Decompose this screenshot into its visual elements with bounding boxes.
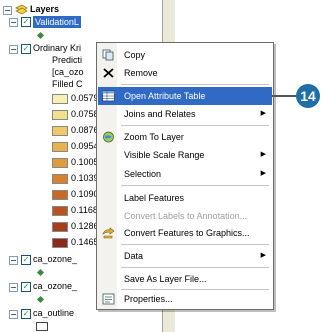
- menu-item-label: Joins and Relates: [124, 109, 196, 119]
- legend-swatch[interactable]: [52, 142, 68, 152]
- submenu-arrow-icon: ▶: [260, 110, 266, 117]
- collapse-layer-icon[interactable]: −: [9, 283, 18, 292]
- layer-visibility-checkbox[interactable]: ✓: [21, 309, 31, 319]
- menu-item-label: Convert Labels to Annotation...: [124, 211, 248, 221]
- menu-item-zoom-to-layer[interactable]: Zoom To Layer: [98, 128, 272, 146]
- menu-item-convert-features-to-graphics[interactable]: Convert Features to Graphics...: [98, 224, 272, 242]
- layers-icon: [15, 4, 28, 15]
- menu-item-label: Remove: [124, 68, 158, 78]
- menu-separator: [121, 267, 269, 268]
- legend-swatch[interactable]: [52, 110, 68, 120]
- submenu-arrow-icon: ▶: [260, 252, 266, 259]
- menu-item-save-as-layer-file[interactable]: Save As Layer File...: [98, 270, 272, 288]
- sublabel-ca-ozone: [ca_ozo: [52, 67, 84, 77]
- menu-item-properties[interactable]: Properties...: [98, 290, 272, 308]
- collapse-layer-icon[interactable]: −: [9, 310, 18, 319]
- remove-icon: [103, 68, 114, 78]
- layer-name-ca-ozone-2[interactable]: ca_ozone_: [33, 280, 77, 292]
- layers-root-label[interactable]: Layers: [30, 3, 59, 15]
- menu-item-copy[interactable]: Copy: [98, 46, 272, 64]
- layer-name-ordinary-kriging[interactable]: Ordinary Kri: [33, 42, 81, 54]
- menu-item-label: Label Features: [124, 193, 185, 203]
- step-callout-badge: 14: [296, 84, 320, 108]
- point-symbol-icon: [36, 31, 45, 40]
- submenu-arrow-icon: ▶: [260, 151, 266, 158]
- layer-visibility-checkbox[interactable]: ✓: [21, 255, 31, 265]
- layer-visibility-checkbox[interactable]: ✓: [21, 17, 31, 27]
- copy-icon: [102, 49, 114, 61]
- legend-swatch[interactable]: [52, 158, 68, 168]
- legend-swatch[interactable]: [52, 222, 68, 232]
- point-symbol-icon: [36, 295, 45, 304]
- legend-swatch[interactable]: [52, 206, 68, 216]
- collapse-layer-icon[interactable]: −: [9, 18, 18, 27]
- zoom-icon: [103, 131, 114, 143]
- legend-swatch[interactable]: [52, 126, 68, 136]
- sublabel-prediction: Predicti: [52, 55, 83, 65]
- collapse-layer-icon[interactable]: −: [9, 256, 18, 265]
- convert-icon: [102, 227, 115, 239]
- menu-separator: [121, 185, 269, 186]
- menu-item-label: Convert Features to Graphics...: [124, 228, 250, 238]
- menu-item-visible-scale-range[interactable]: Visible Scale Range ▶: [98, 146, 272, 164]
- layer-name-validation[interactable]: ValidationL: [33, 16, 81, 28]
- sublabel-filled-contours: Filled C: [52, 79, 83, 89]
- menu-item-label-features[interactable]: Label Features: [98, 189, 272, 207]
- layer-context-menu: Copy Remove Open Attribute Table Joins a…: [96, 42, 274, 310]
- menu-item-selection[interactable]: Selection ▶: [98, 165, 272, 183]
- properties-icon: [102, 293, 115, 305]
- menu-item-label: Properties...: [124, 294, 173, 304]
- legend-swatch[interactable]: [52, 94, 68, 104]
- menu-item-label: Zoom To Layer: [124, 132, 184, 142]
- menu-separator: [121, 84, 269, 85]
- menu-separator: [121, 244, 269, 245]
- menu-item-label: Visible Scale Range: [124, 150, 205, 160]
- menu-item-joins-and-relates[interactable]: Joins and Relates ▶: [98, 105, 272, 123]
- legend-swatch[interactable]: [52, 238, 68, 248]
- legend-swatch[interactable]: [52, 174, 68, 184]
- collapse-layers-icon[interactable]: −: [3, 6, 12, 15]
- menu-item-convert-labels-to-annotation[interactable]: Convert Labels to Annotation...: [98, 207, 272, 225]
- menu-item-label: Copy: [124, 50, 146, 60]
- legend-swatch[interactable]: [52, 190, 68, 200]
- polygon-symbol-icon: [36, 322, 48, 331]
- point-symbol-icon: [36, 268, 45, 277]
- submenu-arrow-icon: ▶: [260, 170, 266, 177]
- table-icon: [102, 90, 115, 102]
- collapse-layer-icon[interactable]: −: [9, 45, 18, 54]
- menu-item-label: Save As Layer File...: [124, 274, 207, 284]
- menu-item-remove[interactable]: Remove: [98, 64, 272, 82]
- layer-visibility-checkbox[interactable]: ✓: [21, 44, 31, 54]
- layer-name-ca-ozone-1[interactable]: ca_ozone_: [33, 253, 77, 265]
- menu-separator: [121, 125, 269, 126]
- menu-item-label: Data: [124, 251, 144, 261]
- layer-name-ca-outline[interactable]: ca_outline: [33, 307, 74, 319]
- menu-item-label: Selection: [124, 169, 162, 179]
- menu-item-open-attribute-table[interactable]: Open Attribute Table: [98, 87, 272, 105]
- callout-leader-line: [272, 95, 298, 97]
- menu-item-data[interactable]: Data ▶: [98, 247, 272, 265]
- layer-visibility-checkbox[interactable]: ✓: [21, 282, 31, 292]
- menu-item-label: Open Attribute Table: [124, 91, 206, 101]
